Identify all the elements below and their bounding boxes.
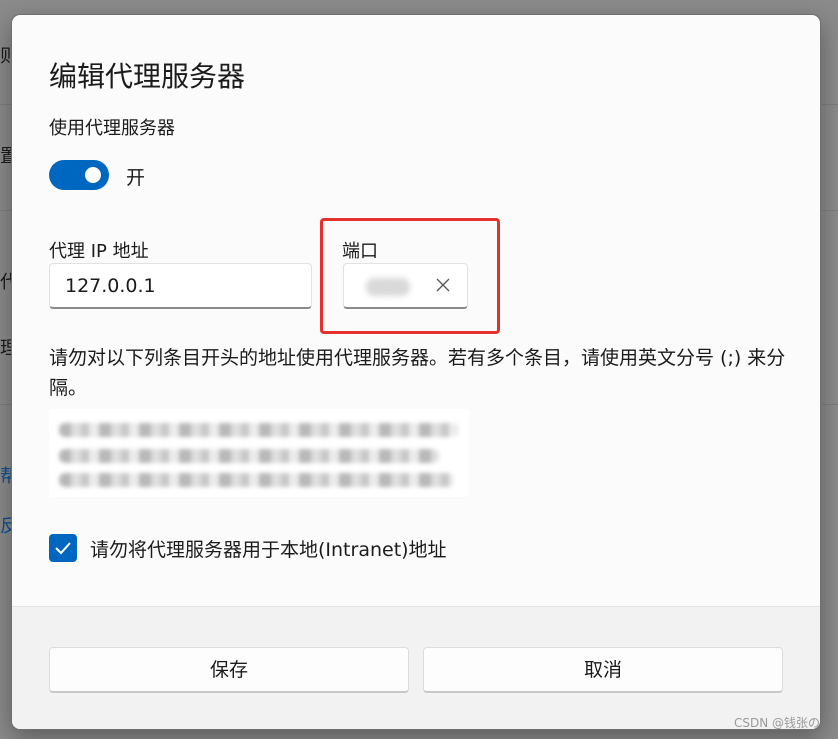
dialog-footer: 保存 取消 [12,606,820,729]
proxy-ip-label: 代理 IP 地址 [49,241,149,262]
proxy-ip-value: 127.0.0.1 [65,275,156,297]
bg-divider [0,404,12,405]
bg-divider [0,104,12,105]
redacted-exceptions-line [59,423,459,437]
port-input[interactable] [343,263,468,309]
bg-divider [0,210,12,211]
redacted-exceptions-line [59,449,439,463]
bypass-local-checkbox[interactable] [49,534,77,562]
toggle-knob [85,167,101,183]
bg-divider [822,404,838,405]
port-label: 端口 [342,241,378,262]
clear-icon[interactable] [433,275,453,295]
redacted-port-value [366,278,410,296]
dialog-title: 编辑代理服务器 [49,60,246,93]
edit-proxy-dialog: 编辑代理服务器 使用代理服务器 开 代理 IP 地址 127.0.0.1 端口 … [12,15,820,729]
redacted-exceptions-line [59,473,454,487]
bg-divider [822,104,838,105]
cancel-button[interactable]: 取消 [423,647,783,693]
use-proxy-label: 使用代理服务器 [49,118,175,139]
bg-divider [822,210,838,211]
proxy-ip-input[interactable]: 127.0.0.1 [49,263,312,309]
exceptions-input[interactable] [49,409,469,497]
toggle-state-text: 开 [126,167,146,189]
exceptions-instructions: 请勿对以下列条目开头的地址使用代理服务器。若有多个条目，请使用英文分号 (;) … [49,347,786,399]
checkmark-icon [55,542,71,555]
bypass-local-label: 请勿将代理服务器用于本地(Intranet)地址 [90,539,447,561]
watermark: CSDN @钱张の [733,716,820,730]
use-proxy-toggle[interactable] [49,160,109,190]
save-button[interactable]: 保存 [49,647,409,693]
